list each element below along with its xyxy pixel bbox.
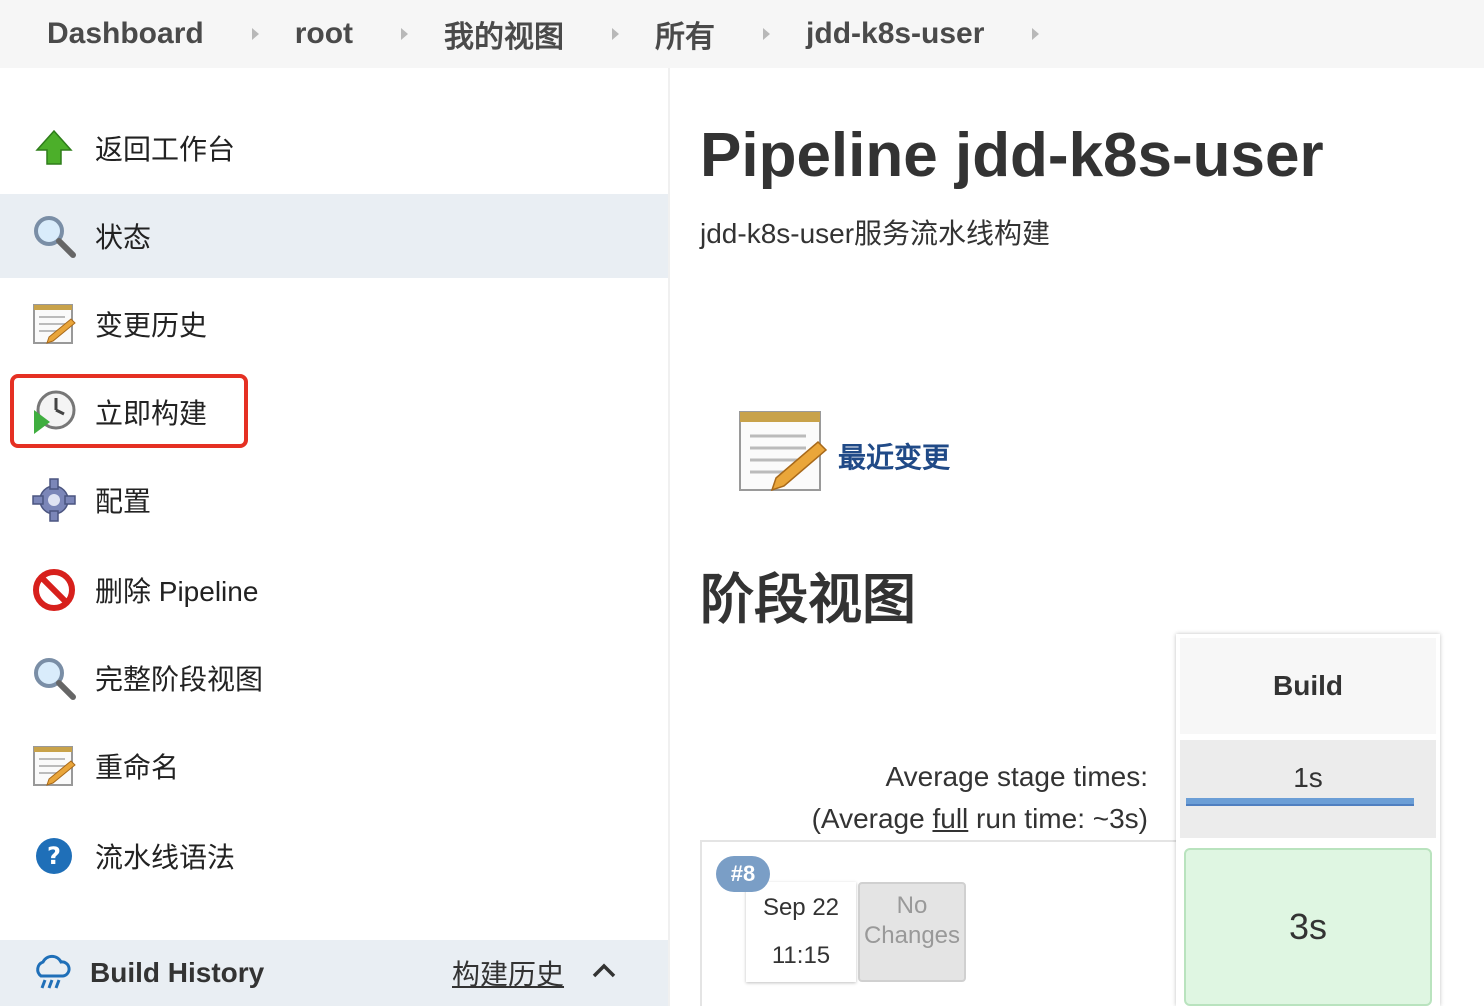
breadcrumb-all[interactable]: 所有 xyxy=(655,12,715,56)
full-run-link[interactable]: full xyxy=(932,803,968,834)
stage-average: 1s xyxy=(1180,740,1436,838)
page-title: Pipeline jdd-k8s-user xyxy=(700,121,1324,190)
sidebar-item-label: 配置 xyxy=(95,486,152,517)
breadcrumb-root[interactable]: root xyxy=(295,17,353,51)
sidebar-item-pipeline-syntax[interactable]: ? 流水线语法 xyxy=(0,814,668,898)
notepad-icon[interactable] xyxy=(736,406,828,499)
build-history-link[interactable]: 构建历史 xyxy=(452,953,564,993)
sidebar-item-configure[interactable]: 配置 xyxy=(0,458,668,542)
sidebar-item-label: 流水线语法 xyxy=(95,842,236,873)
help-icon: ? xyxy=(30,832,78,880)
stage-average-time: 1s xyxy=(1293,762,1323,793)
sidebar-item-full-stage-view[interactable]: 完整阶段视图 xyxy=(0,636,668,720)
no-entry-icon xyxy=(30,566,78,614)
average-stage-times-label: Average stage times: xyxy=(885,761,1148,792)
sidebar-item-delete-pipeline[interactable]: 删除 Pipeline xyxy=(0,548,668,632)
sidebar-item-label: 重命名 xyxy=(95,752,180,783)
up-arrow-icon xyxy=(30,124,78,172)
stage-column-build: Build 1s 3s xyxy=(1176,634,1440,1006)
breadcrumb-separator-icon[interactable] xyxy=(763,28,771,40)
notepad-icon xyxy=(30,300,78,348)
run-changes-line1: No xyxy=(896,892,928,919)
sidebar-item-rename[interactable]: 重命名 xyxy=(0,724,668,808)
breadcrumb-separator-icon[interactable] xyxy=(1032,28,1040,40)
gear-icon xyxy=(30,476,78,524)
build-history-title: Build History xyxy=(90,957,265,988)
stage-header: Build xyxy=(1180,638,1436,734)
sidebar-item-label: 完整阶段视图 xyxy=(95,664,264,695)
breadcrumb-dashboard[interactable]: Dashboard xyxy=(47,17,204,51)
breadcrumb: Dashboard root 我的视图 所有 jdd-k8s-user xyxy=(0,0,1484,68)
sidebar-item-label: 状态 xyxy=(95,222,152,253)
magnifier-icon xyxy=(30,212,78,260)
stage-view-title: 阶段视图 xyxy=(700,570,916,630)
breadcrumb-job[interactable]: jdd-k8s-user xyxy=(806,17,984,51)
magnifier-icon xyxy=(30,654,78,702)
sidebar-item-label: 返回工作台 xyxy=(95,134,236,165)
sidebar-item-label: 删除 Pipeline xyxy=(95,576,259,607)
breadcrumb-separator-icon[interactable] xyxy=(251,28,259,40)
sidebar-item-label: 变更历史 xyxy=(95,310,208,341)
run-changes[interactable]: No Changes xyxy=(858,882,966,982)
run-date-time: 11:15 xyxy=(771,942,831,969)
breadcrumb-separator-icon[interactable] xyxy=(401,28,409,40)
run-changes-line2: Changes xyxy=(863,922,961,949)
notepad-icon xyxy=(30,742,78,790)
chevron-up-icon[interactable] xyxy=(592,962,616,983)
page-description: jdd-k8s-user服务流水线构建 xyxy=(700,218,1051,249)
stage-cell-success[interactable]: 3s xyxy=(1184,848,1432,1006)
breadcrumb-separator-icon[interactable] xyxy=(612,28,620,40)
sidebar-item-back-to-dashboard[interactable]: 返回工作台 xyxy=(0,106,668,190)
recent-changes-link[interactable]: 最近变更 xyxy=(838,436,950,476)
panel-divider xyxy=(668,68,670,1006)
sidebar: 返回工作台 状态 变更历史 立即构建 配置 删除 Pipeline 完整阶段视图… xyxy=(0,68,668,1006)
sidebar-item-changes[interactable]: 变更历史 xyxy=(0,282,668,366)
run-date[interactable]: Sep 22 11:15 xyxy=(746,882,856,982)
build-history-header: Build History 构建历史 xyxy=(0,940,668,1006)
average-full-run-time: (Average full run time: ~3s) xyxy=(811,803,1148,834)
highlight-box xyxy=(10,374,248,448)
stage-average-bar xyxy=(1186,798,1414,806)
run-number-badge[interactable]: #8 xyxy=(716,856,770,892)
breadcrumb-my-views[interactable]: 我的视图 xyxy=(444,12,564,56)
run-date-day: Sep 22 xyxy=(762,894,840,921)
average-times: Average stage times: (Average full run t… xyxy=(700,756,1148,840)
svg-text:?: ? xyxy=(47,842,61,870)
sidebar-item-status[interactable]: 状态 xyxy=(0,194,668,278)
weather-rain-icon xyxy=(28,949,76,997)
